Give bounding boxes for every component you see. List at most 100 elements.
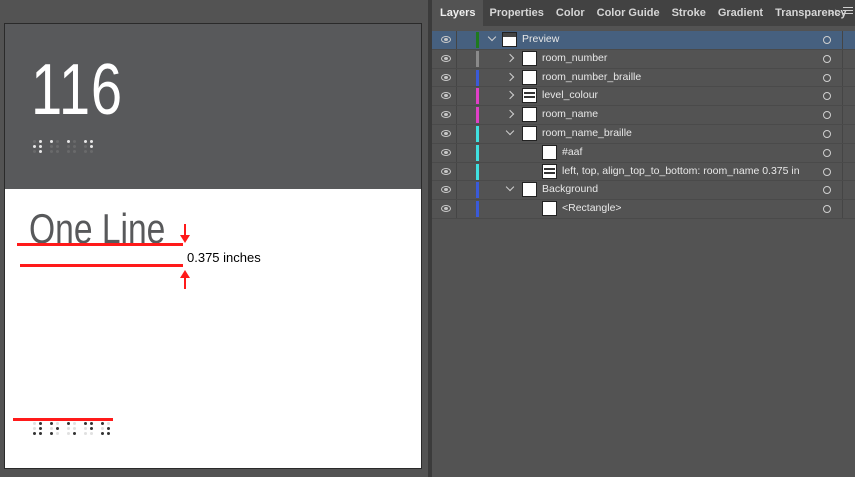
lock-column[interactable] <box>456 49 457 68</box>
braille-dot <box>67 427 70 430</box>
braille-dot <box>39 145 42 148</box>
layer-name[interactable]: Background <box>542 183 598 195</box>
room-name-braille[interactable] <box>33 422 111 436</box>
braille-dot <box>73 140 76 143</box>
layer-name[interactable]: room_number <box>542 52 607 64</box>
double-chevron-right-icon[interactable]: >> <box>828 0 841 26</box>
eye-icon[interactable] <box>441 186 451 194</box>
eye-icon[interactable] <box>441 205 451 213</box>
braille-cell <box>33 422 43 436</box>
target-circle-icon[interactable] <box>823 186 831 195</box>
target-circle-icon[interactable] <box>823 36 831 44</box>
braille-cell <box>67 140 77 154</box>
chevron-right-icon[interactable] <box>505 109 515 119</box>
braille-dot <box>67 140 70 143</box>
layer-thumbnail <box>542 163 557 179</box>
layer-name[interactable]: <Rectangle> <box>562 202 622 214</box>
braille-dot <box>33 432 36 435</box>
chevron-down-icon[interactable] <box>505 126 515 136</box>
column-divider <box>842 162 843 181</box>
guide-line-bottom <box>20 264 183 267</box>
chevron-down-icon[interactable] <box>487 32 497 42</box>
layer-name[interactable]: room_name_braille <box>542 127 632 139</box>
lock-column[interactable] <box>456 31 457 49</box>
layer-name[interactable]: #aaf <box>562 146 582 158</box>
lock-column[interactable] <box>456 143 457 162</box>
eye-icon[interactable] <box>441 36 451 43</box>
chevron-down-icon[interactable] <box>505 183 515 192</box>
layer-name[interactable]: level_colour <box>542 89 598 101</box>
eye-icon[interactable] <box>441 167 451 175</box>
eye-icon[interactable] <box>441 111 451 119</box>
target-circle-icon[interactable] <box>823 205 831 214</box>
panel-tab-bar: Layers Properties Color Color Guide Stroke Gr… <box>432 0 855 26</box>
braille-dot <box>107 422 110 425</box>
target-circle-icon[interactable] <box>823 111 831 120</box>
lock-column[interactable] <box>456 124 457 143</box>
chevron-right-icon[interactable] <box>505 72 515 81</box>
room-number-braille[interactable] <box>33 140 94 154</box>
layer-row[interactable]: room_number_braille <box>432 68 855 88</box>
braille-dot <box>56 432 59 435</box>
layer-thumbnail <box>522 69 537 85</box>
layer-row[interactable]: room_number <box>432 49 855 69</box>
target-circle-icon[interactable] <box>823 92 831 101</box>
braille-dot <box>84 150 87 153</box>
layer-row[interactable]: #aaf <box>432 143 855 163</box>
eye-icon[interactable] <box>441 148 451 156</box>
braille-dot <box>101 427 104 430</box>
layer-row[interactable]: left, top, align_top_to_bottom: room_nam… <box>432 162 855 182</box>
chevron-right-icon[interactable] <box>505 91 515 100</box>
column-divider <box>842 106 843 124</box>
target-circle-icon[interactable] <box>823 148 831 157</box>
tab-layers[interactable]: Layers <box>432 0 484 26</box>
eye-icon[interactable] <box>441 92 451 100</box>
braille-cell <box>33 140 43 154</box>
tab-color-guide[interactable]: Color Guide <box>591 0 666 26</box>
eye-icon[interactable] <box>441 73 451 81</box>
chevron-right-icon[interactable] <box>505 53 515 63</box>
layer-row[interactable]: <Rectangle> <box>432 200 855 219</box>
target-circle-icon[interactable] <box>823 129 831 138</box>
braille-dot <box>33 427 36 430</box>
layer-row[interactable]: Background <box>432 181 855 201</box>
lock-column[interactable] <box>456 106 457 124</box>
layers-list: Preview room_number room_number_braillelev… <box>432 31 855 219</box>
layer-color-swatch <box>476 50 479 67</box>
lock-column[interactable] <box>456 200 457 218</box>
column-divider <box>842 68 843 87</box>
layer-thumbnail <box>522 50 537 66</box>
eye-icon[interactable] <box>441 54 451 62</box>
tab-properties[interactable]: Properties <box>483 0 549 26</box>
layer-row[interactable]: Preview <box>432 31 855 50</box>
tab-color[interactable]: Color <box>550 0 591 26</box>
tab-gradient[interactable]: Gradient <box>712 0 769 26</box>
target-circle-icon[interactable] <box>823 54 831 63</box>
artboard[interactable]: 116 One Line 0.375 inches <box>4 23 422 469</box>
canvas-area[interactable]: 116 One Line 0.375 inches <box>0 0 432 477</box>
hamburger-menu-icon[interactable] <box>843 7 853 16</box>
lock-column[interactable] <box>456 87 457 106</box>
layer-name[interactable]: left, top, align_top_to_bottom: room_nam… <box>562 165 800 177</box>
column-divider <box>842 49 843 68</box>
layer-name[interactable]: Preview <box>522 33 559 45</box>
target-circle-icon[interactable] <box>823 73 831 82</box>
layer-row[interactable]: level_colour <box>432 87 855 107</box>
lock-column[interactable] <box>456 162 457 181</box>
braille-dot <box>50 427 53 430</box>
braille-dot <box>33 140 36 143</box>
guide-line-top <box>17 243 183 246</box>
layer-name[interactable]: room_name <box>542 108 598 120</box>
layer-row[interactable]: room_name <box>432 106 855 125</box>
room-number-text[interactable]: 116 <box>31 54 123 126</box>
target-circle-icon[interactable] <box>823 167 831 176</box>
braille-dot <box>33 150 36 153</box>
eye-icon[interactable] <box>441 129 451 137</box>
tab-stroke[interactable]: Stroke <box>666 0 712 26</box>
layer-name[interactable]: room_number_braille <box>542 71 641 83</box>
lock-column[interactable] <box>456 68 457 87</box>
layer-thumbnail <box>522 107 537 123</box>
lock-column[interactable] <box>456 181 457 200</box>
layer-row[interactable]: room_name_braille <box>432 124 855 144</box>
braille-dot <box>39 140 42 143</box>
